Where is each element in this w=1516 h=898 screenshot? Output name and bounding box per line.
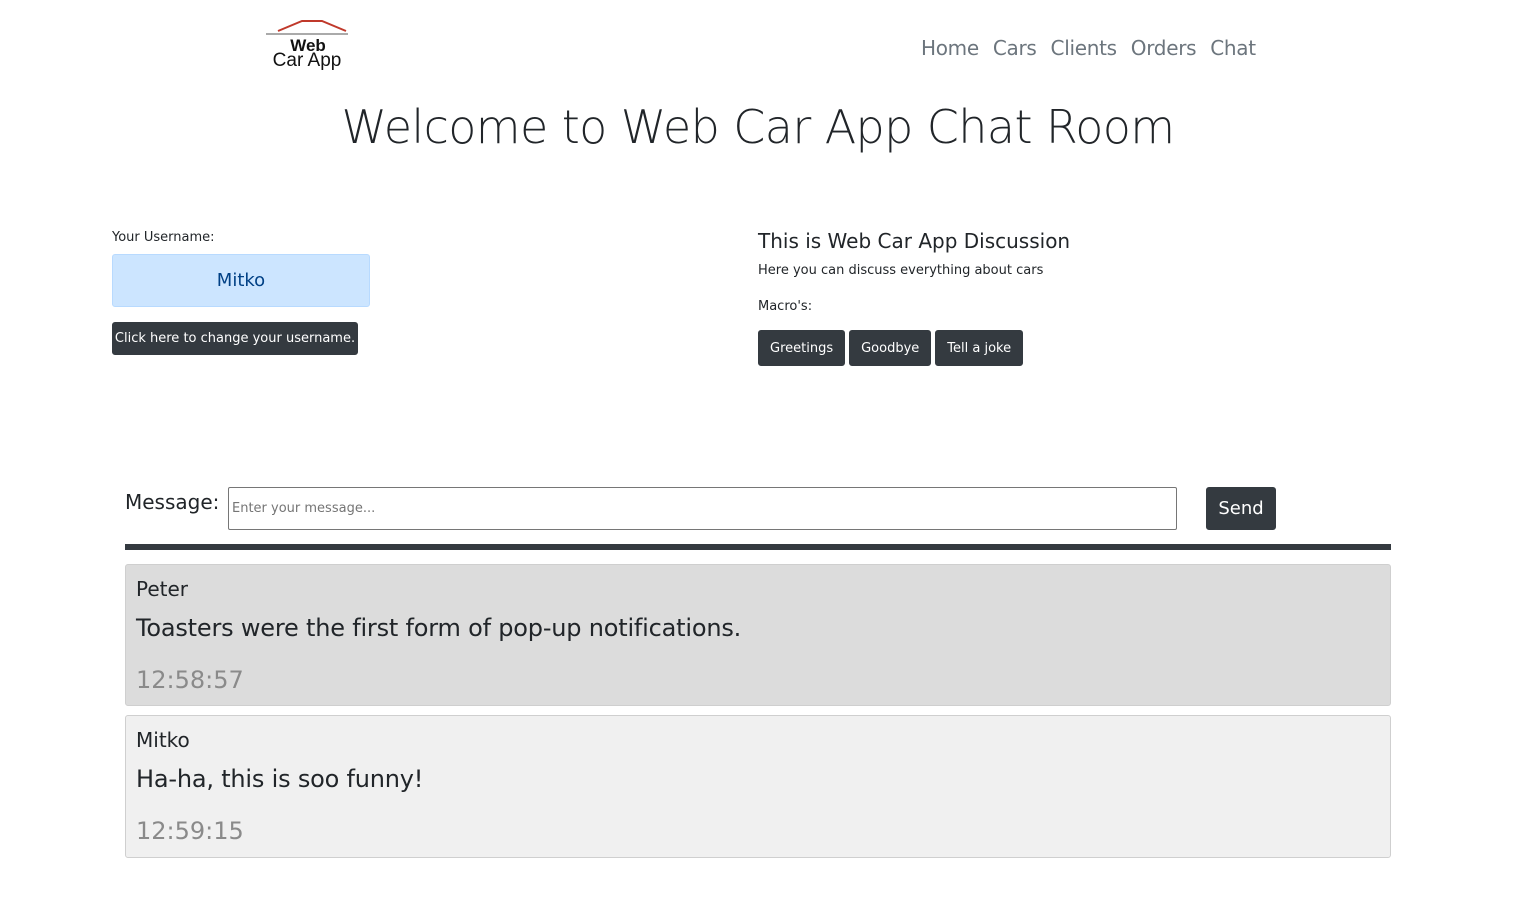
car-roof-icon [266, 20, 348, 35]
macros-label: Macro's: [758, 299, 813, 314]
macro-buttons: Greetings Goodbye Tell a joke [758, 330, 1024, 366]
discussion-subtitle: Here you can discuss everything about ca… [758, 263, 1044, 278]
discussion-title: This is Web Car App Discussion [758, 229, 1071, 253]
logo-line-2: Car App [272, 50, 342, 71]
message-input[interactable] [228, 487, 1177, 530]
message-author: Peter [136, 577, 189, 601]
send-button[interactable]: Send [1206, 487, 1276, 530]
message-timestamp: 12:58:57 [136, 666, 244, 694]
message-label: Message: [125, 490, 220, 514]
macro-goodbye-button[interactable]: Goodbye [849, 330, 932, 366]
message-timestamp: 12:59:15 [136, 817, 244, 845]
nav-clients[interactable]: Clients [1044, 34, 1124, 62]
web-car-app-logo[interactable]: Web Car App [264, 18, 350, 74]
message-text: Ha-ha, this is soo funny! [136, 765, 424, 793]
message-text: Toasters were the first form of pop-up n… [136, 614, 742, 642]
page-title: Welcome to Web Car App Chat Room [341, 100, 1176, 154]
nav-orders[interactable]: Orders [1124, 34, 1203, 62]
username-value: Mitko [216, 270, 266, 291]
nav-cars[interactable]: Cars [986, 34, 1044, 62]
macro-tell-a-joke-button[interactable]: Tell a joke [935, 330, 1024, 366]
nav-chat[interactable]: Chat [1203, 34, 1263, 62]
change-username-button[interactable]: Click here to change your username. [112, 322, 358, 355]
chat-message: Peter Toasters were the first form of po… [125, 564, 1391, 706]
username-label: Your Username: [112, 230, 215, 245]
divider [125, 544, 1391, 550]
macro-greetings-button[interactable]: Greetings [758, 330, 846, 366]
chat-message: Mitko Ha-ha, this is soo funny! 12:59:15 [125, 715, 1391, 858]
nav-home[interactable]: Home [914, 34, 986, 62]
chat-page: Web Car App Home Cars Clients Orders Cha… [0, 0, 1516, 898]
message-author: Mitko [136, 728, 190, 752]
main-nav: Home Cars Clients Orders Chat [914, 34, 1263, 62]
username-display: Mitko [112, 254, 370, 307]
